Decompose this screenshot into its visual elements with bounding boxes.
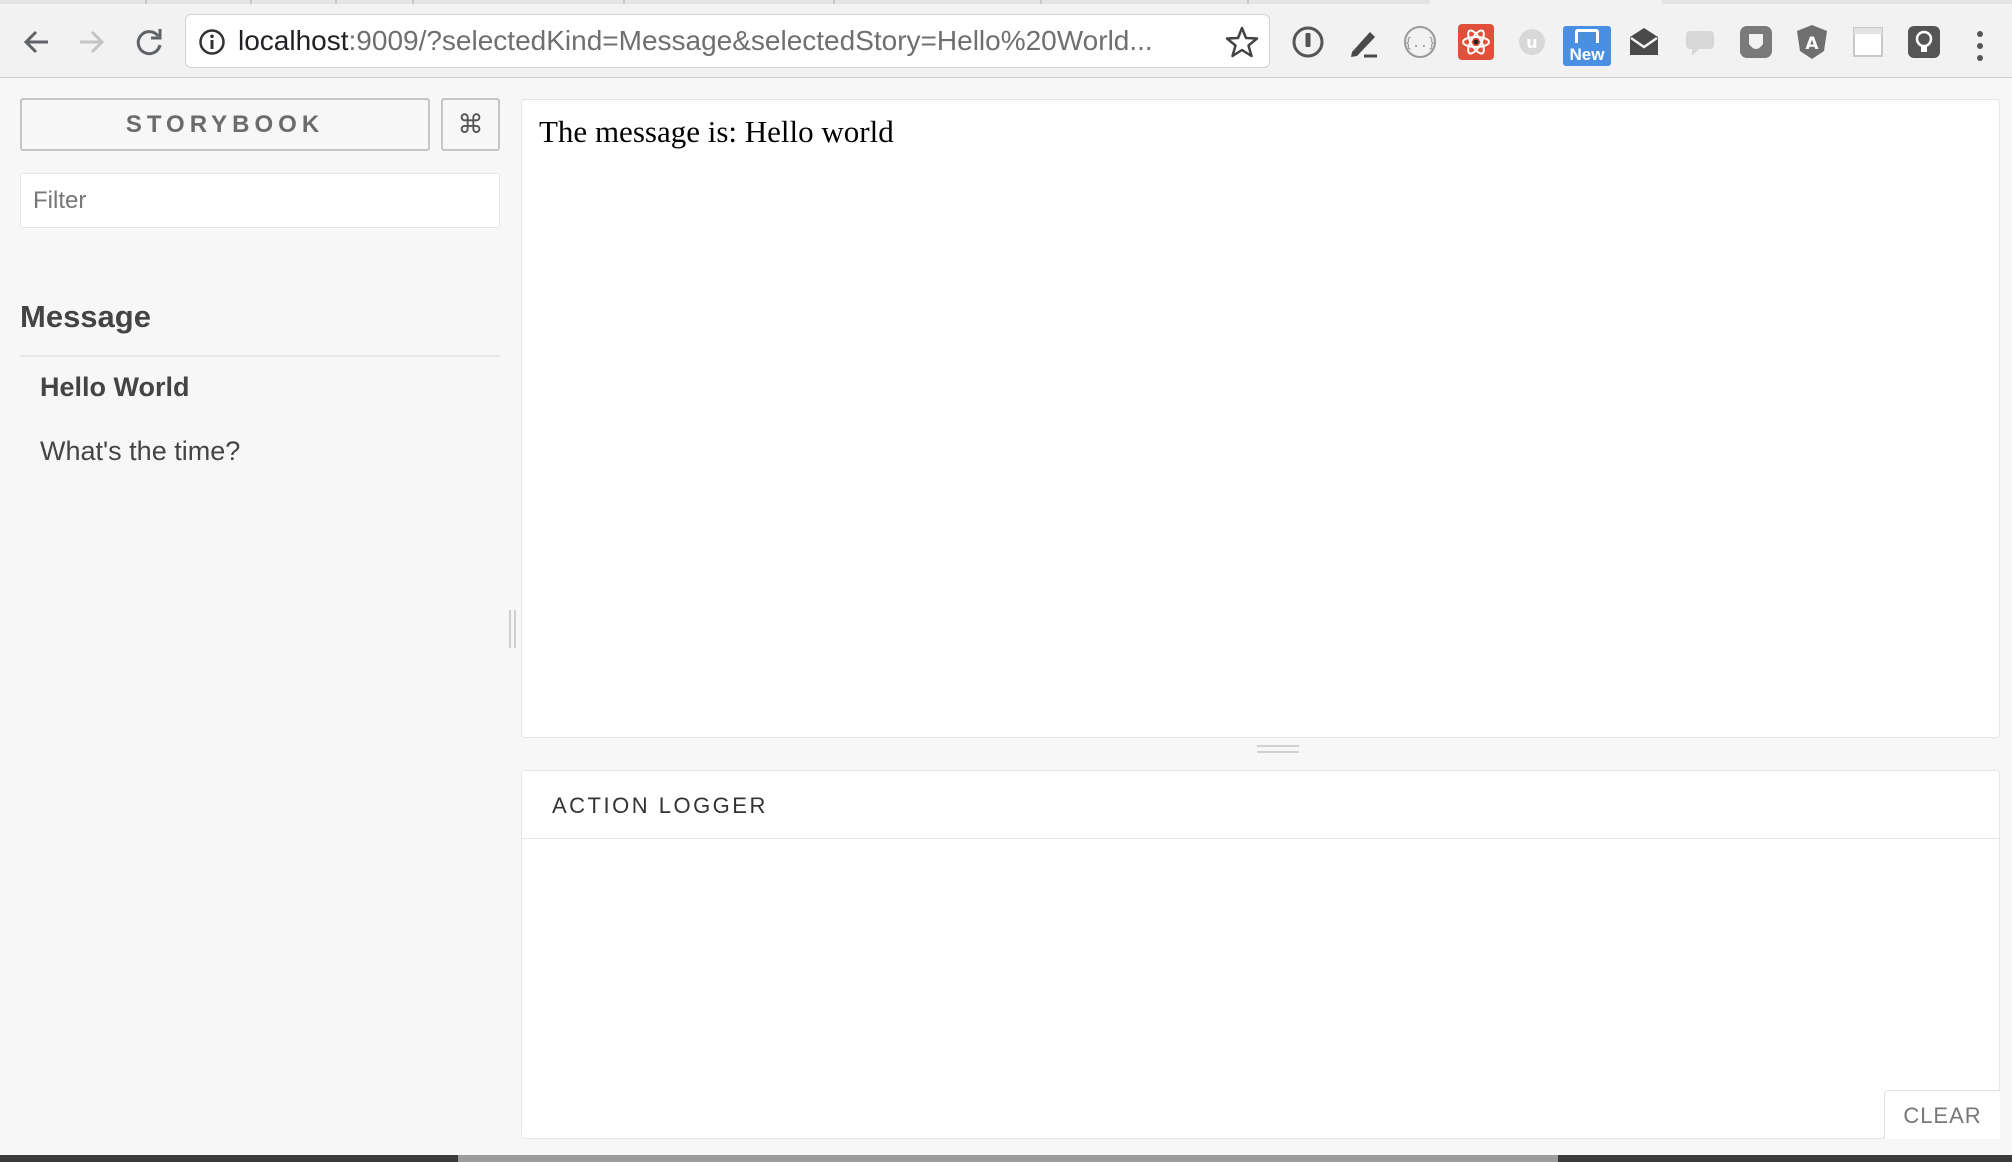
reload-icon bbox=[136, 29, 162, 56]
addon-panel: ACTION LOGGER CLEAR bbox=[521, 770, 2000, 1139]
mail-extension-icon[interactable] bbox=[1624, 22, 1664, 62]
new-extension-glyph bbox=[1575, 29, 1599, 43]
ublock-extension-icon[interactable]: u bbox=[1512, 22, 1552, 62]
chat-extension-icon[interactable] bbox=[1680, 22, 1720, 62]
forward-arrow-icon bbox=[80, 30, 105, 54]
url-path: :9009/?selectedKind=Message&selectedStor… bbox=[348, 25, 1153, 56]
json-viewer-extension-icon[interactable]: {..} bbox=[1400, 22, 1440, 62]
shield-extension-icon[interactable] bbox=[1736, 22, 1776, 62]
story-item-whats-the-time[interactable]: What's the time? bbox=[40, 436, 240, 467]
angular-extension-icon[interactable]: A bbox=[1792, 22, 1832, 62]
password-manager-extension-icon[interactable] bbox=[1288, 22, 1328, 62]
sidebar-resize-handle[interactable] bbox=[509, 610, 516, 648]
forward-button[interactable] bbox=[68, 18, 116, 66]
react-devtools-extension-icon[interactable] bbox=[1456, 22, 1496, 62]
new-extension-icon[interactable]: New bbox=[1563, 26, 1611, 66]
keyboard-shortcuts-button[interactable]: ⌘ bbox=[441, 98, 500, 151]
info-icon[interactable] bbox=[198, 28, 226, 56]
lightbulb-extension-icon[interactable] bbox=[1904, 22, 1944, 62]
url-host: localhost bbox=[238, 25, 349, 56]
back-arrow-icon bbox=[23, 30, 48, 54]
tab-action-logger[interactable]: ACTION LOGGER bbox=[552, 793, 768, 819]
divider bbox=[522, 838, 1999, 839]
story-preview-iframe: The message is: Hello world bbox=[521, 99, 2000, 738]
svg-text:{..}: {..} bbox=[1404, 36, 1435, 51]
storybook-home-button[interactable]: STORYBOOK bbox=[20, 98, 430, 151]
address-bar[interactable]: localhost:9009/?selectedKind=Message&sel… bbox=[185, 14, 1270, 68]
pen-extension-icon[interactable] bbox=[1344, 22, 1384, 62]
back-button[interactable] bbox=[12, 18, 60, 66]
divider bbox=[20, 355, 500, 357]
horizontal-scrollbar[interactable] bbox=[0, 1155, 2012, 1162]
browser-menu-icon[interactable] bbox=[1970, 26, 1990, 66]
storybook-sidebar: STORYBOOK ⌘ Message Hello World What's t… bbox=[0, 79, 510, 1155]
new-badge: New bbox=[1569, 45, 1605, 64]
bookmark-star-icon[interactable] bbox=[1225, 25, 1259, 59]
svg-text:A: A bbox=[1805, 34, 1819, 54]
addon-panel-resize-handle[interactable] bbox=[1257, 745, 1299, 753]
browser-toolbar: localhost:9009/?selectedKind=Message&sel… bbox=[0, 4, 2012, 78]
story-kind-heading[interactable]: Message bbox=[20, 299, 151, 335]
preview-message: The message is: Hello world bbox=[539, 114, 894, 149]
reload-button[interactable] bbox=[124, 18, 172, 66]
url-text[interactable]: localhost:9009/?selectedKind=Message&sel… bbox=[238, 15, 1198, 67]
scrollbar-thumb[interactable] bbox=[458, 1155, 1558, 1162]
blank-window-extension-icon[interactable] bbox=[1848, 22, 1888, 62]
svg-text:u: u bbox=[1526, 33, 1537, 52]
filter-input[interactable] bbox=[20, 173, 500, 228]
clear-button[interactable]: CLEAR bbox=[1884, 1090, 2000, 1139]
story-item-hello-world[interactable]: Hello World bbox=[40, 372, 190, 403]
